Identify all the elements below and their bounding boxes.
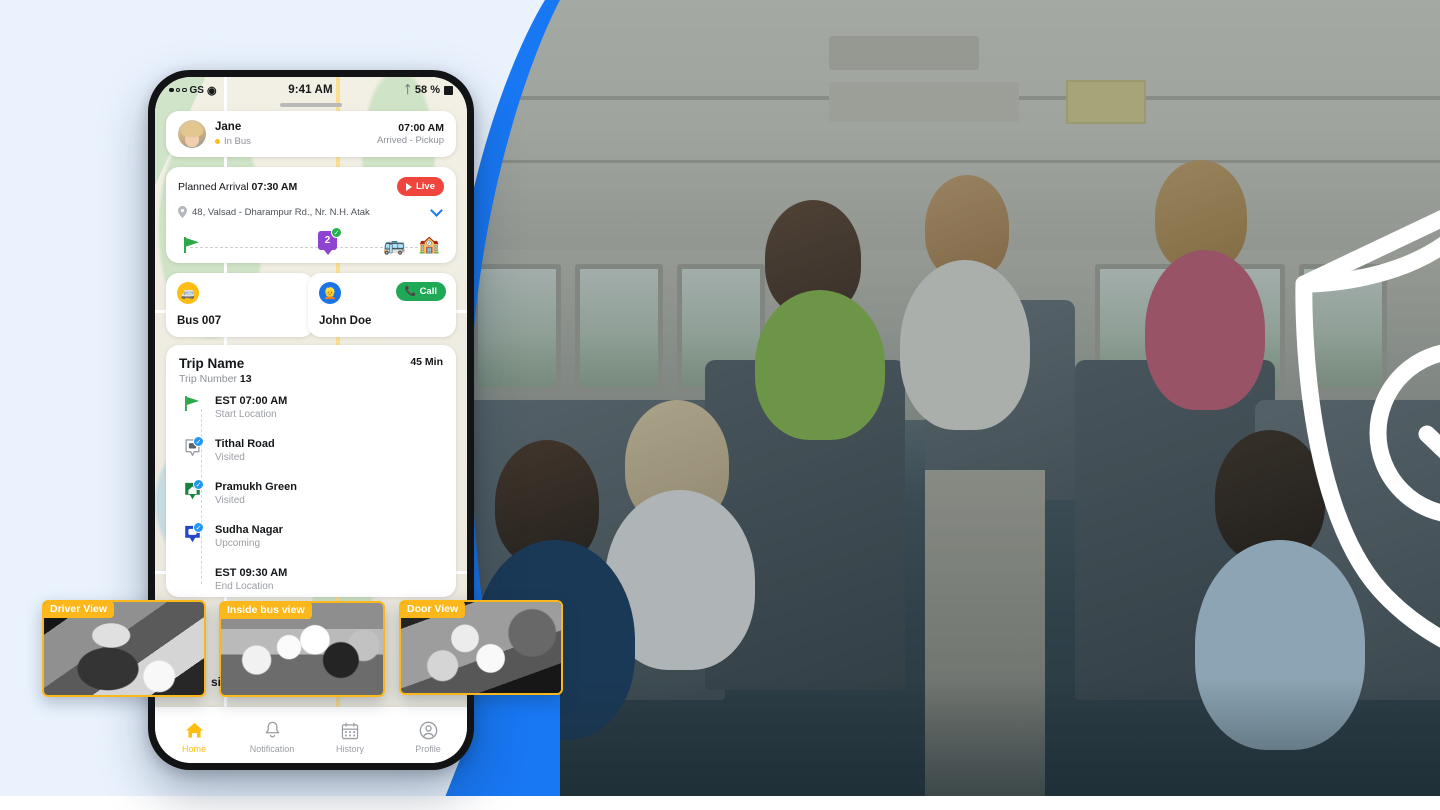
status-time: 9:41 AM [288,84,333,96]
shield-check-icon [1290,198,1440,660]
driver-card[interactable]: 👱 📞 Call John Doe [308,273,456,337]
section-title-partial: si [211,675,222,689]
battery-percent: 58 % [414,84,440,96]
bluetooth-icon: ᛏ [404,84,411,96]
stop-name: Sudha Nagar [215,524,283,536]
list-item[interactable]: ✓ Sudha Nagar Upcoming [179,522,443,567]
student-name: Jane [215,121,242,134]
bus-pin-icon: ✓ [179,522,205,545]
planned-label: Planned Arrival [178,180,249,193]
school-icon: 🏫 [418,235,440,254]
bus-name: Bus 007 [177,315,222,327]
nav-item-notification[interactable]: Notification [233,721,311,754]
photo-bottom-fade [455,678,1440,798]
stop-list: EST 07:00 AM Start Location ✓ Tithal Roa… [179,395,443,597]
thumb-label: Door View [401,602,466,618]
list-item[interactable]: EST 09:30 AM End Location [179,567,443,597]
list-item[interactable]: ✓ Pramukh Green Visited [179,479,443,524]
trip-number-label: Trip Number [179,373,237,385]
student-status: In Bus [215,136,377,147]
stop-sub: Visited [215,495,245,506]
avatar [178,120,206,148]
stop-name: Tithal Road [215,438,275,450]
map-pin-icon [178,206,187,218]
student-card[interactable]: Jane In Bus 07:00 AM Arrived - Pickup [166,111,456,157]
check-icon: ✓ [331,227,342,238]
stop-name: EST 07:00 AM [215,395,288,407]
nav-label: Home [181,743,206,754]
status-label: In Bus [224,135,251,147]
carrier-label: GS [189,84,204,96]
arrival-time: 07:00 AM [398,122,444,134]
trip-name: Trip Name [179,356,245,371]
battery-icon [444,85,453,95]
video-thumb-inside-bus-view[interactable]: Inside bus view [219,601,385,697]
green-flag-icon [179,395,205,411]
bus-stop-pin-icon: ✓ [179,436,205,459]
trip-detail-card: Trip Name Trip Number 13 45 Min EST 07:0… [166,345,456,597]
nav-label: History [335,743,364,754]
stop-name: Pramukh Green [215,481,297,493]
list-item[interactable]: ✓ Tithal Road Visited [179,436,443,481]
check-icon: ✓ [193,436,204,447]
video-thumb-door-view[interactable]: Door View [399,600,563,695]
user-circle-icon [389,721,467,741]
end-marker [179,567,205,568]
call-label: Call [419,286,437,297]
stop-sub: Visited [215,452,245,463]
arrival-event: Arrived - Pickup [376,135,444,146]
planned-arrival-card: Planned Arrival 07:30 AM Live 48, Valsad… [166,167,456,263]
thumb-label: Driver View [44,602,115,618]
stop-sub: Start Location [215,409,277,420]
check-icon: ✓ [193,479,204,490]
live-button[interactable]: Live [397,177,444,196]
stop-sub: Upcoming [215,538,261,549]
live-label: Live [415,181,435,192]
nav-label: Profile [415,743,441,754]
list-item[interactable]: EST 07:00 AM Start Location [179,395,443,438]
nav-label: Notification [249,743,295,754]
nav-item-home[interactable]: Home [155,721,233,754]
status-bar: GS ◉ 9:41 AM ᛏ 58 % [155,77,467,103]
trip-number: Trip Number 13 [179,373,252,385]
green-flag-icon [184,237,199,253]
bottom-nav: Home Notification History Profile [155,707,467,763]
check-icon: ✓ [193,522,204,533]
nav-item-profile[interactable]: Profile [389,721,467,754]
call-button[interactable]: 📞 Call [395,282,446,301]
trip-duration: 45 Min [410,356,443,368]
stop-name: EST 09:30 AM [215,567,288,579]
planned-arrival: Planned Arrival 07:30 AM [178,181,297,193]
phone-icon: 📞 [404,286,417,297]
driver-circle-icon: 👱 [319,282,341,304]
bell-icon [233,721,311,741]
driver-name: John Doe [319,315,372,327]
bus-card[interactable]: 🚐 Bus 007 [166,273,314,337]
hero-photo-panel [455,0,1440,798]
chevron-down-icon[interactable] [430,204,443,217]
home-pin-icon: ✓ [179,479,205,502]
play-icon [406,182,413,191]
nav-item-history[interactable]: History [311,721,389,754]
route-stop-badge[interactable]: 2 ✓ [318,227,342,255]
planned-time: 07:30 AM [251,180,298,193]
sheet-grabber[interactable] [280,103,342,107]
signal-dots-icon [169,87,187,93]
bus-icon: 🚌 [383,235,406,255]
wifi-icon: ◉ [206,84,217,97]
route-progress: 2 ✓ 🚌 🏫 [178,225,444,255]
bus-circle-icon: 🚐 [177,282,199,304]
thumb-label: Inside bus view [221,603,312,619]
bottom-white-strip [0,796,1440,810]
status-dot [215,138,220,144]
video-thumb-driver-view[interactable]: Driver View [42,600,206,697]
home-icon [155,721,233,741]
calendar-icon [311,721,389,741]
trip-address: 48, Valsad - Dharampur Rd., Nr. N.H. Ata… [192,206,370,218]
trip-number-value: 13 [239,373,252,385]
stop-sub: End Location [215,581,274,592]
